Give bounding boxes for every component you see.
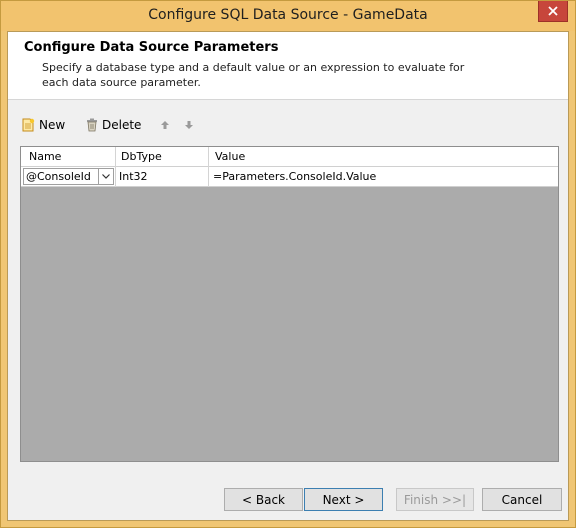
move-up-button[interactable] — [160, 114, 170, 136]
parameter-name-value: @ConsoleId — [26, 170, 91, 183]
close-icon — [548, 6, 558, 16]
parameter-dbtype-cell[interactable]: Int32 — [119, 167, 207, 186]
column-header-value[interactable]: Value — [215, 150, 245, 163]
delete-button-label: Delete — [102, 118, 142, 132]
delete-button[interactable]: Delete — [86, 114, 141, 136]
column-divider[interactable] — [115, 147, 116, 167]
title-bar[interactable]: Configure SQL Data Source - GameData — [1, 1, 575, 31]
cell-divider — [115, 167, 116, 187]
cell-divider — [208, 167, 209, 187]
cancel-button[interactable]: Cancel — [482, 488, 562, 511]
table-row[interactable]: @ConsoleId Int32 =Parameters.ConsoleId.V… — [21, 167, 558, 187]
dialog-client-area: Configure Data Source Parameters Specify… — [7, 31, 569, 521]
column-header-dbtype[interactable]: DbType — [121, 150, 162, 163]
trash-icon — [87, 118, 97, 132]
back-button[interactable]: < Back — [224, 488, 303, 511]
move-down-arrow-icon — [185, 121, 193, 129]
grid-header-row: Name DbType Value — [21, 147, 558, 167]
parameter-dbtype-value: Int32 — [119, 170, 148, 183]
parameter-value-cell[interactable]: =Parameters.ConsoleId.Value — [213, 167, 553, 186]
parameters-toolbar: New Delete — [18, 114, 318, 136]
column-divider[interactable] — [208, 147, 209, 167]
next-button[interactable]: Next > — [304, 488, 383, 511]
new-button-label: New — [39, 118, 66, 132]
move-down-button[interactable] — [184, 114, 194, 136]
chevron-down-icon[interactable] — [98, 169, 113, 184]
parameter-value-text: =Parameters.ConsoleId.Value — [213, 170, 377, 183]
page-title: Configure Data Source Parameters — [24, 40, 279, 55]
parameters-grid[interactable]: Name DbType Value @ConsoleId Int32 =Para… — [20, 146, 559, 462]
wizard-header: Configure Data Source Parameters Specify… — [8, 32, 568, 100]
window-title: Configure SQL Data Source - GameData — [148, 7, 428, 23]
close-button[interactable] — [538, 1, 568, 22]
parameter-name-combo[interactable]: @ConsoleId — [23, 168, 114, 185]
dialog-window: Configure SQL Data Source - GameData Con… — [0, 0, 576, 528]
page-description: Specify a database type and a default va… — [42, 61, 465, 89]
finish-button[interactable]: Finish >>| — [396, 488, 474, 511]
move-up-arrow-icon — [161, 121, 169, 129]
new-document-icon — [22, 118, 35, 132]
new-button[interactable]: New — [22, 114, 65, 136]
column-header-name[interactable]: Name — [29, 150, 61, 163]
